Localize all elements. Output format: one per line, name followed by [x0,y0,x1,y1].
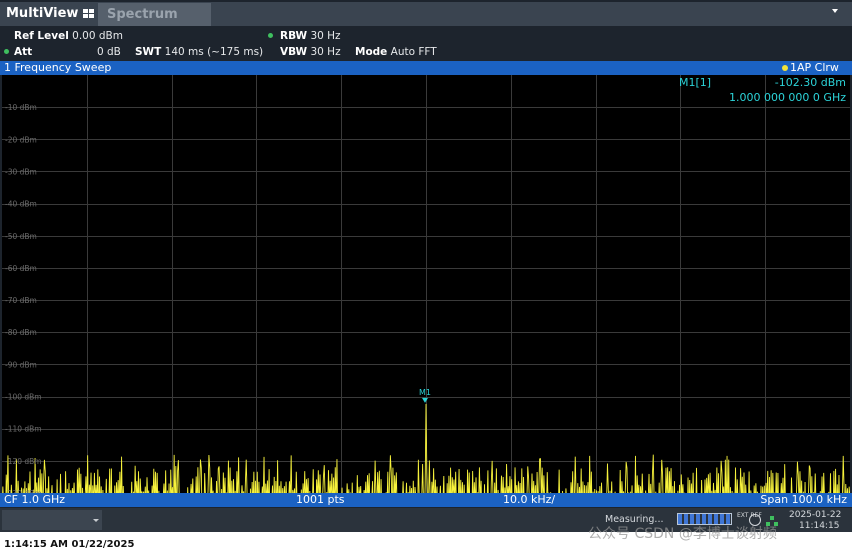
ref-level-value: 0.00 dBm [72,30,123,42]
y-axis-label: -60 dBm [5,264,37,273]
spectrum-diagram[interactable]: -10 dBm -20 dBm -30 dBm -40 dBm -50 dBm -60 d… [2,75,850,493]
capture-timestamp: 1:14:15 AM 01/22/2025 [4,539,135,550]
mode-label: Mode [355,46,388,58]
spectrum-plot-svg: -10 dBm -20 dBm -30 dBm -40 dBm -50 dBm -60 d… [2,75,850,493]
ref-level-param[interactable]: Ref Level 0.00 dBm [14,30,123,42]
y-axis-label: -80 dBm [5,328,37,337]
tab-spectrum[interactable]: Spectrum [98,3,211,26]
status-date: 2025-01-22 [789,510,842,520]
y-axis-label: -120 dBm [5,457,42,466]
marker-m1-icon[interactable] [422,397,428,403]
y-axis-label: -20 dBm [5,135,37,144]
title-bar: MultiView Spectrum [0,2,852,26]
vbw-label: VBW [280,46,308,58]
swt-value: 140 ms (~175 ms) [164,46,264,58]
vbw-value: 30 Hz [310,46,341,58]
status-dropdown[interactable] [2,510,102,530]
att-label: Att [14,46,33,58]
watermark: 公众号 CSDN @李博士谈射频 [588,526,777,542]
rbw-value: 30 Hz [310,30,341,42]
sweep-points[interactable]: 1001 pts [296,493,345,506]
rbw-label: RBW [280,30,308,42]
diagram-footer: CF 1.0 GHz 1001 pts 10.0 kHz/ Span 100.0… [0,493,852,507]
y-axis-label: -110 dBm [5,425,42,434]
trace-label[interactable]: 1AP Clrw [790,61,839,74]
att-coupled-indicator-icon [4,49,9,54]
y-axis-label: -50 dBm [5,232,37,241]
y-axis-label: -90 dBm [5,360,37,369]
swt-label: SWT [135,46,162,58]
y-axis-label: -70 dBm [5,296,37,305]
y-axis-label: -30 dBm [5,167,37,176]
y-axis-label: -40 dBm [5,200,37,209]
marker-level: -102.30 dBm [774,76,846,89]
y-axis-label: -100 dBm [5,393,42,402]
multiview-tab[interactable]: MultiView [6,6,78,21]
chevron-down-icon[interactable] [832,9,838,13]
diagram-header[interactable]: 1 Frequency Sweep 1AP Clrw [0,61,852,75]
center-frequency[interactable]: CF 1.0 GHz [4,493,65,506]
analyzer-window: MultiView Spectrum Ref Level 0.00 dBm RB… [0,0,852,532]
swt-param[interactable]: SWT 140 ms (~175 ms) [135,46,263,58]
chevron-down-icon [93,519,99,522]
att-label-wrap[interactable]: Att [14,46,32,58]
marker-name: M1[1] [679,76,712,89]
ref-level-label: Ref Level [14,30,69,42]
trace-status-icon [782,65,788,71]
rbw-coupled-indicator-icon [268,33,273,38]
layout-grid-icon[interactable] [83,9,94,19]
vbw-param[interactable]: VBW 30 Hz [280,46,341,58]
marker-frequency: 1.000 000 000 0 GHz [728,91,846,104]
mode-value: Auto FFT [390,46,437,58]
att-value: 0 dB [97,46,121,58]
span-per-division: 10.0 kHz/ [503,493,556,506]
span[interactable]: Span 100.0 kHz [760,493,847,506]
diagram-title: 1 Frequency Sweep [4,61,112,74]
marker-m1-tag: M1 [419,388,431,397]
mode-param[interactable]: Mode Auto FFT [355,46,437,58]
rbw-param[interactable]: RBW 30 Hz [280,30,341,42]
status-time: 11:14:15 [799,521,840,531]
y-axis-label: -10 dBm [5,103,37,112]
